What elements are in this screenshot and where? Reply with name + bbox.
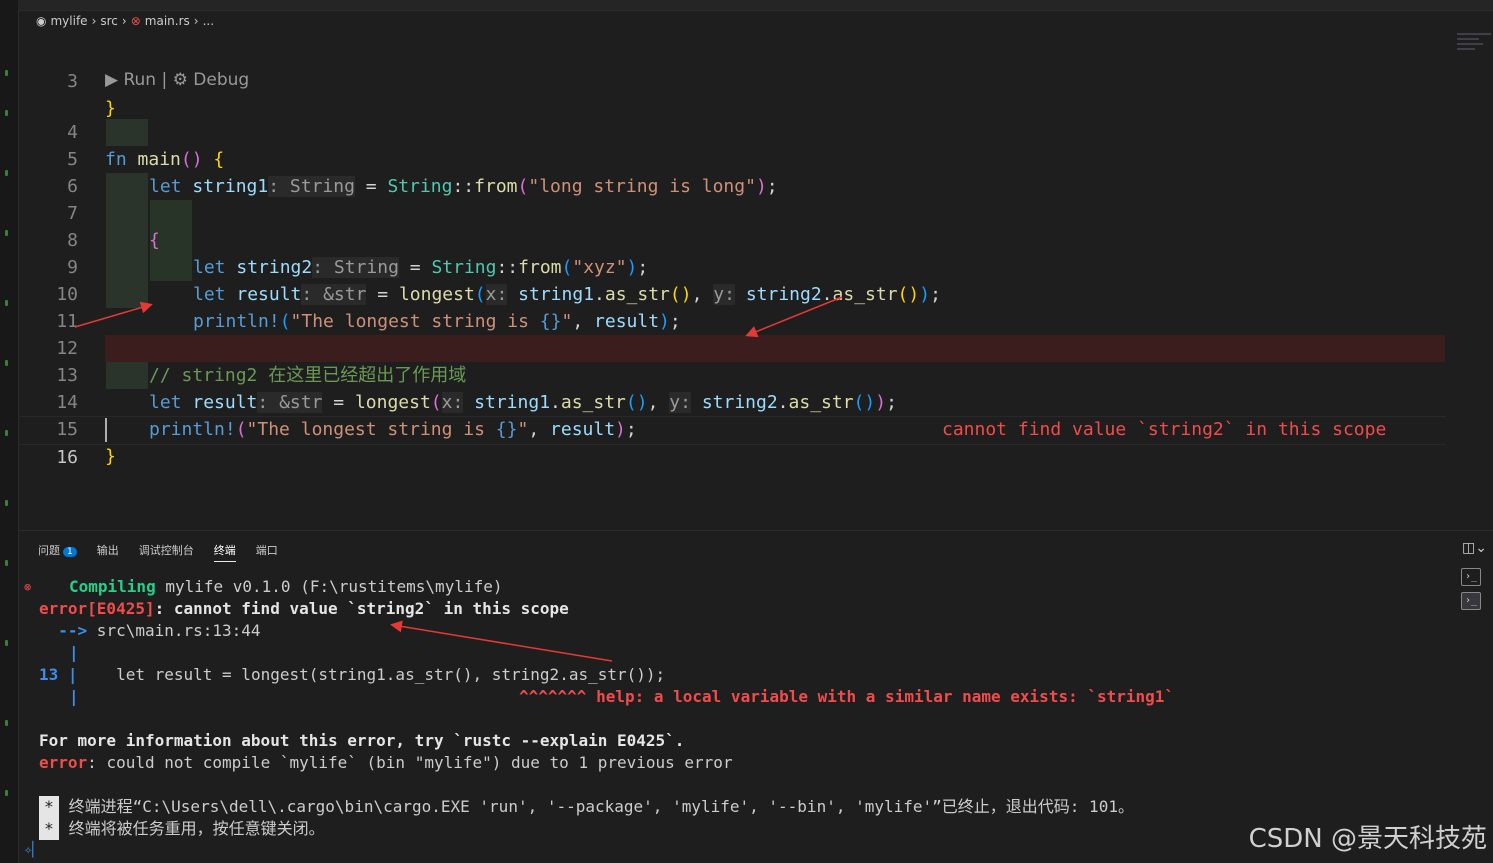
watermark: CSDN @景天科技苑 <box>1248 824 1487 854</box>
terminal-icon[interactable]: ›_ <box>1461 568 1481 586</box>
tab-debug-console[interactable]: 调试控制台 <box>139 538 194 562</box>
tab-output[interactable]: 输出 <box>97 538 119 562</box>
code-line[interactable]: 9 let result: &str = longest(x: string1.… <box>18 227 1448 305</box>
codelens: ▶ Run | ⚙ Debug <box>105 70 250 90</box>
tab-terminal[interactable]: 终端 <box>213 538 236 562</box>
line-number: 3 <box>67 71 78 92</box>
code-line-current[interactable]: 16 <box>18 416 1446 468</box>
code-line[interactable]: 15 } <box>18 389 1448 467</box>
code-line[interactable]: 3 } <box>18 41 1448 119</box>
codelens-run[interactable]: Run <box>123 70 156 90</box>
terminal-list: ›_ ›_ <box>1461 568 1483 616</box>
terminal-output[interactable]: ⊗ Compiling mylife v0.1.0 (F:\rustitems\… <box>18 574 1448 863</box>
chevron-right-icon: › <box>121 14 127 28</box>
rust-file-icon: ⊗ <box>130 14 141 28</box>
codelens-debug[interactable]: Debug <box>193 70 249 90</box>
code-line[interactable]: 8 let string2: String = String::from("xy… <box>18 200 1448 278</box>
code-line[interactable]: 7 { <box>18 173 1448 251</box>
text-cursor <box>105 418 107 442</box>
activity-bar <box>0 0 19 863</box>
tab-problems[interactable]: 问题 1 <box>38 538 77 562</box>
terminal-icon[interactable]: ›_ <box>1461 592 1481 610</box>
breadcrumb: ◉ mylife › src › ⊗ main.rs › ... <box>18 10 1493 32</box>
problems-count-badge: 1 <box>63 547 77 557</box>
tab-ports[interactable]: 端口 <box>256 538 278 562</box>
layout-toggle-icon[interactable]: ◫⌄ <box>1462 540 1487 556</box>
breadcrumb-file[interactable]: main.rs <box>145 14 190 28</box>
code-line[interactable]: 5 let string1: String = String::from("lo… <box>18 119 1448 197</box>
code-line[interactable]: 14 println!("The longest string is {}", … <box>18 362 1448 440</box>
breadcrumb-project[interactable]: mylife <box>50 14 87 28</box>
code-line-error[interactable]: 13 let result: &str = longest(x: string1… <box>18 335 1448 440</box>
project-icon: ◉ <box>36 14 47 28</box>
run-icon: ▶ <box>105 70 119 90</box>
gear-icon: ⚙ <box>172 70 188 90</box>
panel-tabs: 问题 1 输出 调试控制台 终端 端口 <box>18 538 278 562</box>
breadcrumb-folder[interactable]: src <box>100 14 118 28</box>
code-line[interactable]: 11 } <box>18 281 1448 359</box>
star-marker: * <box>39 796 59 818</box>
error-dot-icon: ⊗ <box>24 580 32 594</box>
breadcrumb-more[interactable]: ... <box>203 14 214 28</box>
code-line[interactable]: 6 <box>18 146 1448 197</box>
code-line[interactable]: 12 // string2 在这里已经超出了作用域 <box>18 308 1448 386</box>
chevron-right-icon: › <box>91 14 97 28</box>
star-marker: * <box>39 818 59 840</box>
chevron-right-icon: › <box>193 14 199 28</box>
code-line[interactable]: 10 println!("The longest string is {}", … <box>18 254 1448 332</box>
code-line[interactable]: 4 fn main() { <box>18 92 1448 170</box>
terminal-prompt-icon: ✧▏ <box>24 842 41 858</box>
code-editor[interactable]: 3 } ▶ Run | ⚙ Debug 4 fn main() { 5 let … <box>18 30 1493 530</box>
